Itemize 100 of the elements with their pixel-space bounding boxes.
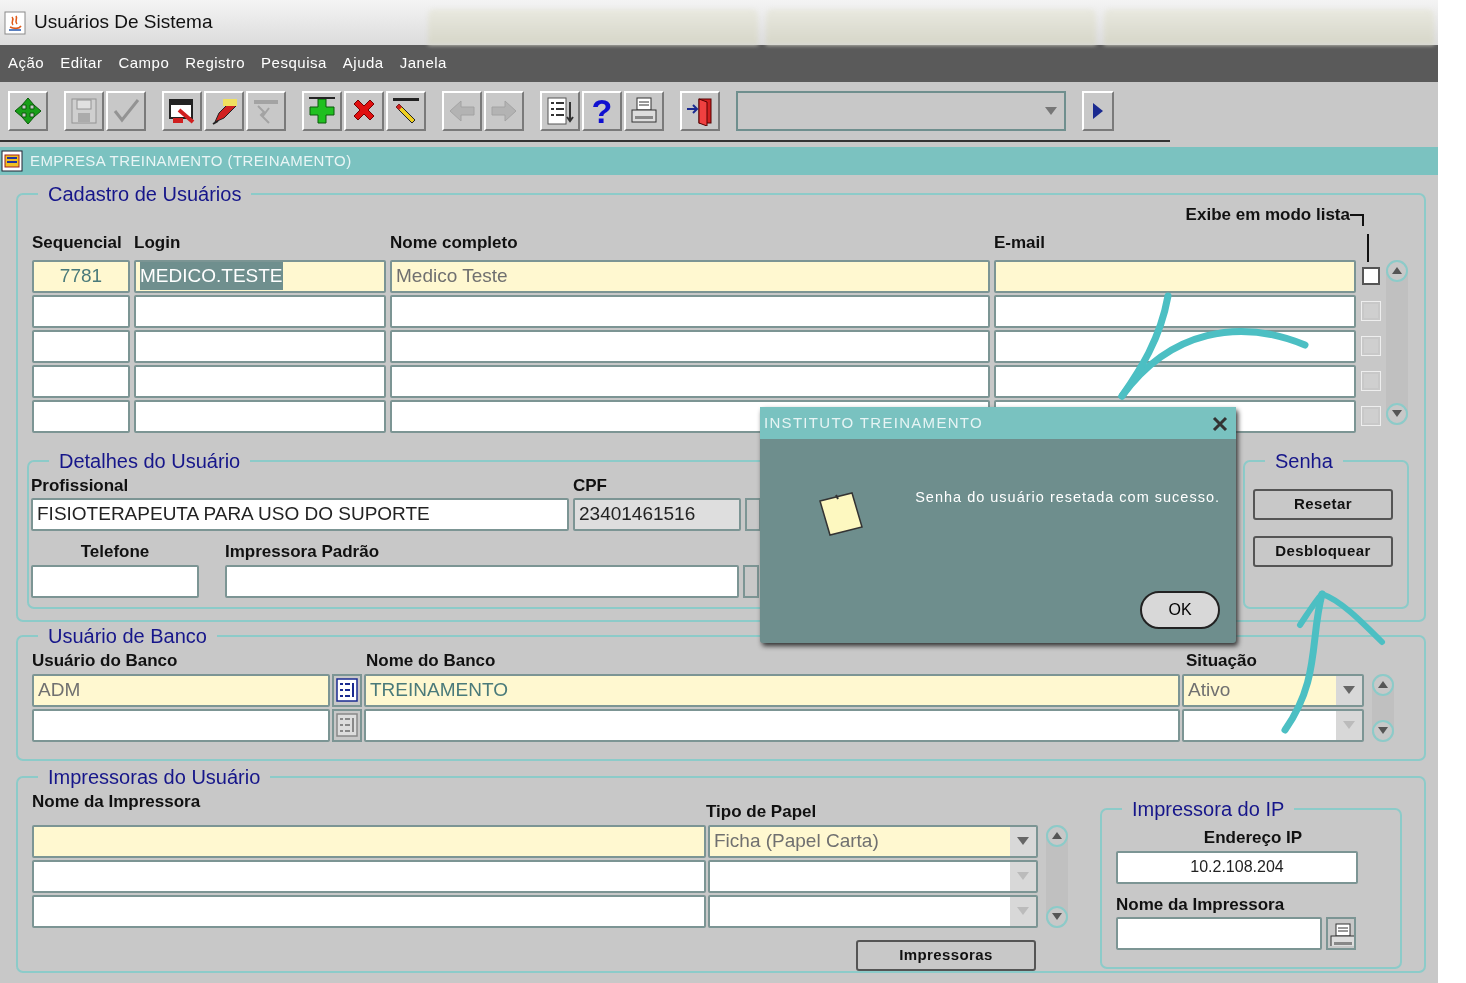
dropdown-field[interactable]: Ativo (1182, 673, 1364, 707)
plus-icon (307, 96, 337, 126)
caret-icon (1045, 107, 1057, 115)
scrollbar[interactable] (1386, 259, 1408, 425)
combo-field[interactable] (736, 91, 1066, 131)
table-cell[interactable] (32, 894, 706, 928)
pen-button[interactable] (204, 91, 244, 131)
column-header: Nome da Impressora (32, 792, 201, 811)
caret-icon (1017, 907, 1029, 915)
scroll-up-button[interactable] (1046, 824, 1068, 847)
pencil-icon (391, 96, 421, 126)
up-arrow-icon (1392, 267, 1402, 274)
field-label: Impressora Padrão (225, 542, 379, 561)
window-button[interactable] (162, 91, 202, 131)
dropdown-field[interactable] (1182, 708, 1364, 742)
scroll-down-button[interactable] (1386, 402, 1408, 425)
printer-button[interactable] (1326, 917, 1356, 950)
numbered-list-icon (545, 96, 575, 126)
text-field[interactable] (1116, 917, 1322, 950)
field-label: Telefone (80, 542, 150, 561)
note-icon (816, 489, 866, 539)
action-button[interactable]: Impressoras (856, 939, 1036, 971)
column-header: Login (134, 233, 181, 252)
list-button[interactable] (332, 673, 362, 707)
menu-item[interactable]: Registro (185, 52, 246, 75)
field-label: Profissional (31, 475, 129, 495)
menu-item[interactable]: Janela (399, 52, 447, 75)
plus-button[interactable] (302, 91, 342, 131)
caret-icon (1343, 721, 1355, 729)
field-label: Nome da Impressora (1116, 894, 1285, 914)
menu-item[interactable]: Campo (118, 52, 170, 75)
table-cell[interactable]: ADM (32, 673, 330, 707)
window-icon (167, 96, 197, 126)
table-cell[interactable] (32, 824, 706, 858)
table-cell[interactable] (364, 708, 1180, 742)
caret-icon (1343, 686, 1355, 694)
group-title: Impressoras do Usuário (47, 765, 262, 789)
group-title: Detalhes do Usuário (58, 448, 242, 473)
four-arrows-icon (13, 96, 43, 126)
scrollbar[interactable] (1372, 673, 1394, 742)
play-button[interactable] (1082, 91, 1114, 131)
close-icon (1212, 415, 1228, 432)
down-arrow-icon (1378, 727, 1388, 734)
menu-item[interactable]: Ajuda (342, 52, 384, 75)
cross-button[interactable] (344, 91, 384, 131)
column-header: Situação (1186, 651, 1257, 670)
ok-button[interactable]: OK (1140, 591, 1220, 629)
dropdown-field[interactable] (708, 859, 1038, 893)
table-cell[interactable]: MEDICO.TESTE (134, 259, 386, 293)
action-button[interactable]: Desbloquear (1253, 535, 1393, 567)
door-icon (685, 96, 715, 126)
column-header: Usuário do Banco (32, 651, 178, 670)
caret-icon (1017, 837, 1029, 845)
group-title: Impressora do IP (1131, 797, 1286, 821)
pencil-button[interactable] (386, 91, 426, 131)
table-cell[interactable]: TREINAMENTO (364, 673, 1180, 707)
column-header: Sequencial (32, 233, 122, 252)
text-field[interactable] (31, 564, 199, 598)
table-cell[interactable]: Medico Teste (390, 259, 990, 293)
dropdown-value: Ativo (1188, 677, 1231, 702)
table-cell[interactable] (994, 259, 1356, 293)
dialog-message: Senha do usuário resetada com sucesso. (915, 488, 1220, 507)
leader-line (1350, 214, 1364, 226)
four-arrows-button[interactable] (8, 91, 48, 131)
scroll-down-button[interactable] (1372, 719, 1394, 742)
group-title: Senha (1274, 448, 1334, 473)
action-button[interactable]: Resetar (1253, 488, 1393, 520)
up-arrow-icon (1052, 832, 1062, 839)
table-cell[interactable]: 7781 (32, 259, 130, 293)
text-field[interactable] (225, 564, 739, 598)
scroll-up-button[interactable] (1386, 259, 1408, 282)
column-label: Exibe em modo lista (1185, 204, 1350, 226)
form-title: EMPRESA TREINAMENTO (TREINAMENTO) (30, 150, 352, 171)
printer-icon (629, 96, 659, 126)
door-button[interactable] (680, 91, 720, 131)
table-cell[interactable] (32, 859, 706, 893)
dropdown-field[interactable]: Ficha (Papel Carta) (708, 824, 1038, 858)
group-title: Cadastro de Usuários (47, 182, 243, 206)
scrollbar[interactable] (1046, 824, 1068, 928)
menu-item[interactable]: Editar (60, 52, 103, 75)
help-button[interactable]: ? (582, 91, 622, 131)
scroll-down-button[interactable] (1046, 905, 1068, 928)
table-cell[interactable] (32, 708, 330, 742)
scroll-up-button[interactable] (1372, 673, 1394, 696)
text-field[interactable]: 23401461516 (573, 498, 741, 531)
list-icon (336, 713, 358, 737)
group-title: Usuário de Banco (47, 624, 208, 648)
menu-item[interactable]: Ação (8, 52, 45, 75)
form-icon (0, 149, 26, 173)
up-arrow-icon (1378, 681, 1388, 688)
checkbox[interactable] (1362, 267, 1380, 285)
text-field[interactable]: 10.2.108.204 (1116, 850, 1358, 884)
app-icon (4, 10, 26, 35)
dropdown-field[interactable] (708, 894, 1038, 928)
play-icon (1092, 102, 1104, 120)
text-field[interactable]: FISIOTERAPEUTA PARA USO DO SUPORTE (31, 498, 569, 531)
down-arrow-icon (1392, 410, 1402, 417)
numbered-list-button[interactable] (540, 91, 580, 131)
menu-item[interactable]: Pesquisa (261, 52, 327, 75)
down-arrow-icon (1052, 913, 1062, 920)
